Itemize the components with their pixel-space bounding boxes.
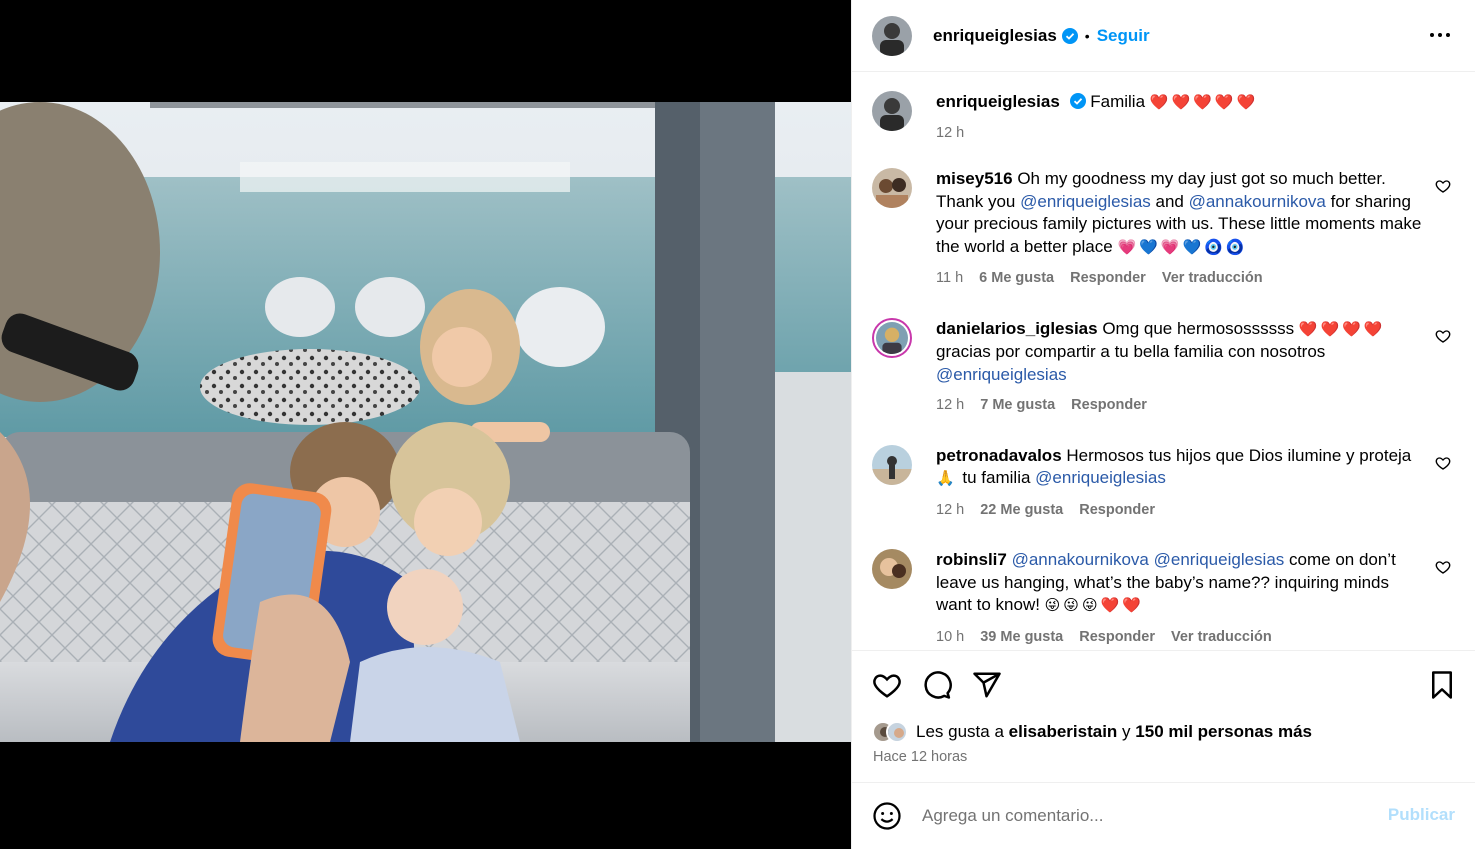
follow-button[interactable]: Seguir <box>1097 26 1150 46</box>
likes-conj: y <box>1122 722 1131 741</box>
comment-time[interactable]: 12 h <box>936 394 964 417</box>
comment-time[interactable]: 10 h <box>936 626 964 649</box>
mention-link[interactable]: @enriqueiglesias <box>1035 468 1166 487</box>
commenter-avatar[interactable] <box>872 317 912 358</box>
comment-likes[interactable]: 7 Me gusta <box>980 394 1055 417</box>
comment-time[interactable]: 11 h <box>936 267 963 290</box>
post-header: enriqueiglesias • Seguir <box>852 0 1475 72</box>
translate-button[interactable]: Ver traducción <box>1171 626 1272 649</box>
comment-text: and <box>1150 191 1189 211</box>
liker-avatars <box>872 721 908 743</box>
likes-user[interactable]: elisaberistain <box>1009 722 1118 742</box>
reply-button[interactable]: Responder <box>1079 626 1155 649</box>
comment-likes[interactable]: 39 Me gusta <box>980 626 1063 649</box>
comment-text: Hermosos tus hijos que Dios ilumine y pr… <box>1066 445 1412 465</box>
mention-link[interactable]: @annakournikova <box>1012 550 1149 569</box>
author-avatar[interactable] <box>872 15 912 56</box>
comment-icon[interactable] <box>922 670 952 700</box>
likes-summary: Les gusta a elisaberistain y 150 mil per… <box>872 721 1312 743</box>
post-photo[interactable] <box>0 102 851 742</box>
commenter-avatar[interactable] <box>872 444 912 485</box>
emoji-icon[interactable] <box>872 801 902 831</box>
likes-count[interactable]: 150 mil personas más <box>1135 722 1312 742</box>
comment-likes[interactable]: 6 Me gusta <box>979 267 1054 290</box>
reply-button[interactable]: Responder <box>1070 267 1146 290</box>
caption-time[interactable]: 12 h <box>936 122 964 145</box>
post-panel: enriqueiglesias • Seguir enriqueiglesias… <box>851 0 1475 849</box>
comment-text: Omg que hermosossssss <box>1102 318 1299 338</box>
comment-like-icon[interactable] <box>1435 559 1451 575</box>
add-comment-bar: Publicar <box>852 783 1475 849</box>
mention-link[interactable]: @enriqueiglesias <box>1020 192 1151 211</box>
comment-username[interactable]: robinsli7 <box>936 550 1007 569</box>
commenter-avatar[interactable] <box>872 549 912 589</box>
reply-button[interactable]: Responder <box>1079 499 1155 522</box>
mention-link[interactable]: @annakournikova <box>1189 192 1326 211</box>
family-boat-photo <box>0 102 851 742</box>
comment-emojis: 💗💙💗💙🧿🧿 <box>1117 238 1248 256</box>
commenter-avatar[interactable] <box>872 168 912 208</box>
publish-button[interactable]: Publicar <box>1388 805 1455 825</box>
comment-likes[interactable]: 22 Me gusta <box>980 499 1063 522</box>
likes-prefix: Les gusta a <box>916 722 1004 741</box>
caption-username[interactable]: enriqueiglesias <box>936 92 1060 111</box>
comment-text: gracias por compartir a tu bella familia… <box>936 342 1326 361</box>
post-media <box>0 0 851 849</box>
caption-text: Familia <box>1090 92 1146 111</box>
comment-emojis: 😜😜😜❤️❤️ <box>1044 597 1144 614</box>
post-actions: Les gusta a elisaberistain y 150 mil per… <box>852 650 1475 783</box>
author-username[interactable]: enriqueiglesias <box>933 26 1057 46</box>
translate-button[interactable]: Ver traducción <box>1162 267 1263 290</box>
comment-text: tu familia <box>957 468 1036 487</box>
more-options-icon[interactable] <box>1429 24 1451 46</box>
reply-button[interactable]: Responder <box>1071 394 1147 417</box>
comment-item: robinsli7 @annakournikova @enriqueiglesi… <box>872 549 1455 648</box>
comment-username[interactable]: danielarios_iglesias <box>936 319 1098 338</box>
comment-like-icon[interactable] <box>1435 178 1451 194</box>
comment-like-icon[interactable] <box>1435 328 1451 344</box>
verified-badge-icon <box>1061 27 1078 44</box>
separator-dot: • <box>1084 27 1090 44</box>
comment-username[interactable]: petronadavalos <box>936 446 1062 465</box>
comment-input[interactable] <box>922 806 1362 826</box>
caption-emojis: ❤️❤️❤️❤️❤️ <box>1149 94 1259 111</box>
share-icon[interactable] <box>972 670 1002 700</box>
caption-avatar[interactable] <box>872 91 912 131</box>
comment-emojis: 🙏 <box>936 470 958 487</box>
verified-badge-icon <box>1069 93 1086 109</box>
caption: enriqueiglesias Familia ❤️❤️❤️❤️❤️ 12 h <box>872 91 1455 144</box>
mention-link[interactable]: @enriqueiglesias <box>1154 550 1285 569</box>
comment-emojis: ❤️❤️❤️❤️ <box>1298 320 1386 338</box>
post-time[interactable]: Hace 12 horas <box>873 749 967 765</box>
comment-like-icon[interactable] <box>1435 455 1451 471</box>
comment-item: petronadavalos Hermosos tus hijos que Di… <box>872 444 1455 522</box>
bookmark-icon[interactable] <box>1427 670 1457 700</box>
comment-item: misey516 Oh my goodness my day just got … <box>872 168 1455 290</box>
comment-username[interactable]: misey516 <box>936 169 1013 188</box>
comment-time[interactable]: 12 h <box>936 499 964 522</box>
mention-link[interactable]: @enriqueiglesias <box>936 365 1067 384</box>
heart-outline-icon[interactable] <box>872 670 902 700</box>
liker-avatar[interactable] <box>886 721 908 743</box>
comment-item: danielarios_iglesias Omg que hermosossss… <box>872 317 1455 417</box>
comments-list[interactable]: enriqueiglesias Familia ❤️❤️❤️❤️❤️ 12 h … <box>852 72 1475 650</box>
